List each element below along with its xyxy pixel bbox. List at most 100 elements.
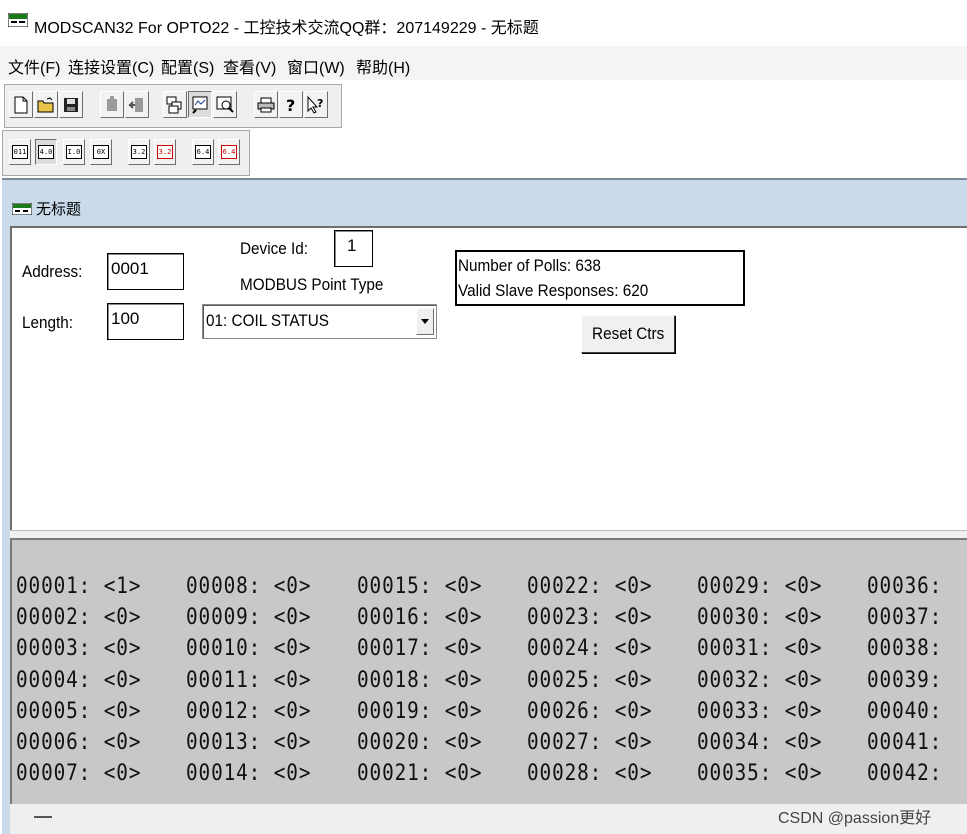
register-cell[interactable]: 00010: <0> [186, 636, 311, 661]
format-integer-button[interactable]: I.0 [63, 139, 85, 165]
register-cell[interactable]: 00034: <0> [697, 730, 822, 755]
device-id-input[interactable]: 1 [334, 230, 373, 267]
format-decimal-button[interactable]: 4.0 [35, 139, 57, 165]
register-cell[interactable]: 00037: [867, 605, 942, 630]
register-cell[interactable]: 00007: <0> [16, 761, 141, 786]
register-cell[interactable]: 00018: <0> [357, 668, 482, 693]
toolbar-area: ? ? 011 4.0 I.0 0X 3.2 3.2 6.4 6.4 [0, 80, 967, 178]
register-cell[interactable]: 00030: <0> [697, 605, 822, 630]
register-cell[interactable]: 00035: <0> [697, 761, 822, 786]
menu-help[interactable]: 帮助(H) [356, 54, 410, 78]
register-cell[interactable]: 00032: <0> [697, 668, 822, 693]
register-cell[interactable]: 00039: [867, 668, 942, 693]
question-mark-icon: ? [286, 96, 295, 114]
svg-text:?: ? [286, 96, 295, 114]
register-cell[interactable]: 00023: <0> [527, 605, 652, 630]
format-float32-button[interactable]: 3.2 [128, 139, 150, 165]
register-cell[interactable]: 00012: <0> [186, 699, 311, 724]
register-cell[interactable]: 00042: [867, 761, 942, 786]
context-help-button[interactable]: ? [304, 91, 328, 118]
connect-button[interactable] [100, 91, 124, 118]
format-double-swap-icon: 6.4 [221, 145, 237, 159]
about-button[interactable]: ? [279, 91, 303, 118]
traffic-monitor-icon [192, 96, 208, 114]
register-cell[interactable]: 00036: [867, 574, 942, 599]
tile-windows-icon [166, 96, 182, 113]
register-cell[interactable]: 00008: <0> [186, 574, 311, 599]
register-cell[interactable]: 00004: <0> [16, 668, 141, 693]
menu-setup[interactable]: 配置(S) [161, 54, 214, 78]
address-input[interactable]: 0001 [107, 253, 184, 290]
display-window-button[interactable] [213, 91, 237, 118]
register-cell[interactable]: 00033: <0> [697, 699, 822, 724]
format-toolbar: 011 4.0 I.0 0X 3.2 3.2 6.4 6.4 [2, 130, 250, 176]
app-icon [8, 13, 28, 27]
polls-count: Number of Polls: 638 [458, 256, 601, 275]
data-display-pane [10, 540, 967, 804]
menu-file[interactable]: 文件(F) [8, 54, 60, 78]
register-cell[interactable]: 00016: <0> [357, 605, 482, 630]
connect-icon [107, 95, 117, 111]
register-cell[interactable]: 00041: [867, 730, 942, 755]
register-cell[interactable]: 00005: <0> [16, 699, 141, 724]
register-cell[interactable]: 00025: <0> [527, 668, 652, 693]
format-hex-icon: 0X [93, 145, 109, 159]
svg-text:?: ? [317, 97, 323, 110]
open-folder-icon [37, 96, 54, 112]
valid-responses-count: Valid Slave Responses: 620 [458, 281, 649, 300]
display-tile-button[interactable] [163, 91, 187, 118]
print-button[interactable] [254, 91, 278, 118]
main-toolbar: ? ? [4, 84, 342, 128]
register-cell[interactable]: 00014: <0> [186, 761, 311, 786]
format-decimal-icon: 4.0 [38, 145, 54, 159]
format-float32-swap-button[interactable]: 3.2 [154, 139, 176, 165]
format-double-swap-button[interactable]: 6.4 [218, 139, 240, 165]
register-cell[interactable]: 00020: <0> [357, 730, 482, 755]
register-cell[interactable]: 00028: <0> [527, 761, 652, 786]
register-cell[interactable]: 00015: <0> [357, 574, 482, 599]
menu-view[interactable]: 查看(V) [223, 54, 276, 78]
point-type-dropdown-button[interactable] [416, 308, 434, 335]
register-cell[interactable]: 00040: [867, 699, 942, 724]
register-cell[interactable]: 00001: <1> [16, 574, 141, 599]
format-hex-button[interactable]: 0X [90, 139, 112, 165]
save-button[interactable] [59, 91, 83, 118]
format-binary-button[interactable]: 011 [9, 139, 31, 165]
menu-connection[interactable]: 连接设置(C) [68, 54, 154, 78]
pane-splitter[interactable] [10, 530, 967, 540]
length-label: Length: [22, 313, 74, 332]
register-cell[interactable]: 00022: <0> [527, 574, 652, 599]
display-traffic-button[interactable] [188, 91, 212, 118]
register-cell[interactable]: 00009: <0> [186, 605, 311, 630]
register-cell[interactable]: 00031: <0> [697, 636, 822, 661]
format-float32-icon: 3.2 [131, 145, 147, 159]
register-cell[interactable]: 00003: <0> [16, 636, 141, 661]
register-cell[interactable]: 00026: <0> [527, 699, 652, 724]
floppy-disk-icon [64, 97, 78, 112]
reset-counters-button[interactable]: Reset Ctrs [581, 315, 675, 353]
menu-window[interactable]: 窗口(W) [287, 54, 345, 78]
register-cell[interactable]: 00024: <0> [527, 636, 652, 661]
register-cell[interactable]: 00013: <0> [186, 730, 311, 755]
register-cell[interactable]: 00011: <0> [186, 668, 311, 693]
disconnect-button[interactable] [125, 91, 149, 118]
address-label: Address: [22, 262, 83, 281]
register-cell[interactable]: 00002: <0> [16, 605, 141, 630]
window-title: MODSCAN32 For OPTO22 - 工控技术交流QQ群：2071492… [34, 20, 539, 37]
register-cell[interactable]: 00038: [867, 636, 942, 661]
format-double-button[interactable]: 6.4 [192, 139, 214, 165]
help-pointer-icon: ? [307, 95, 323, 114]
length-input[interactable]: 100 [107, 303, 184, 340]
reset-counters-label: Reset Ctrs [591, 324, 665, 343]
point-type-label: MODBUS Point Type [240, 275, 384, 294]
register-cell[interactable]: 00019: <0> [357, 699, 482, 724]
new-file-button[interactable] [9, 91, 33, 118]
status-indicator [34, 816, 52, 818]
register-cell[interactable]: 00029: <0> [697, 574, 822, 599]
register-cell[interactable]: 00017: <0> [357, 636, 482, 661]
register-cell[interactable]: 00021: <0> [357, 761, 482, 786]
open-file-button[interactable] [34, 91, 58, 118]
point-type-value: 01: COIL STATUS [206, 311, 330, 330]
register-cell[interactable]: 00027: <0> [527, 730, 652, 755]
register-cell[interactable]: 00006: <0> [16, 730, 141, 755]
